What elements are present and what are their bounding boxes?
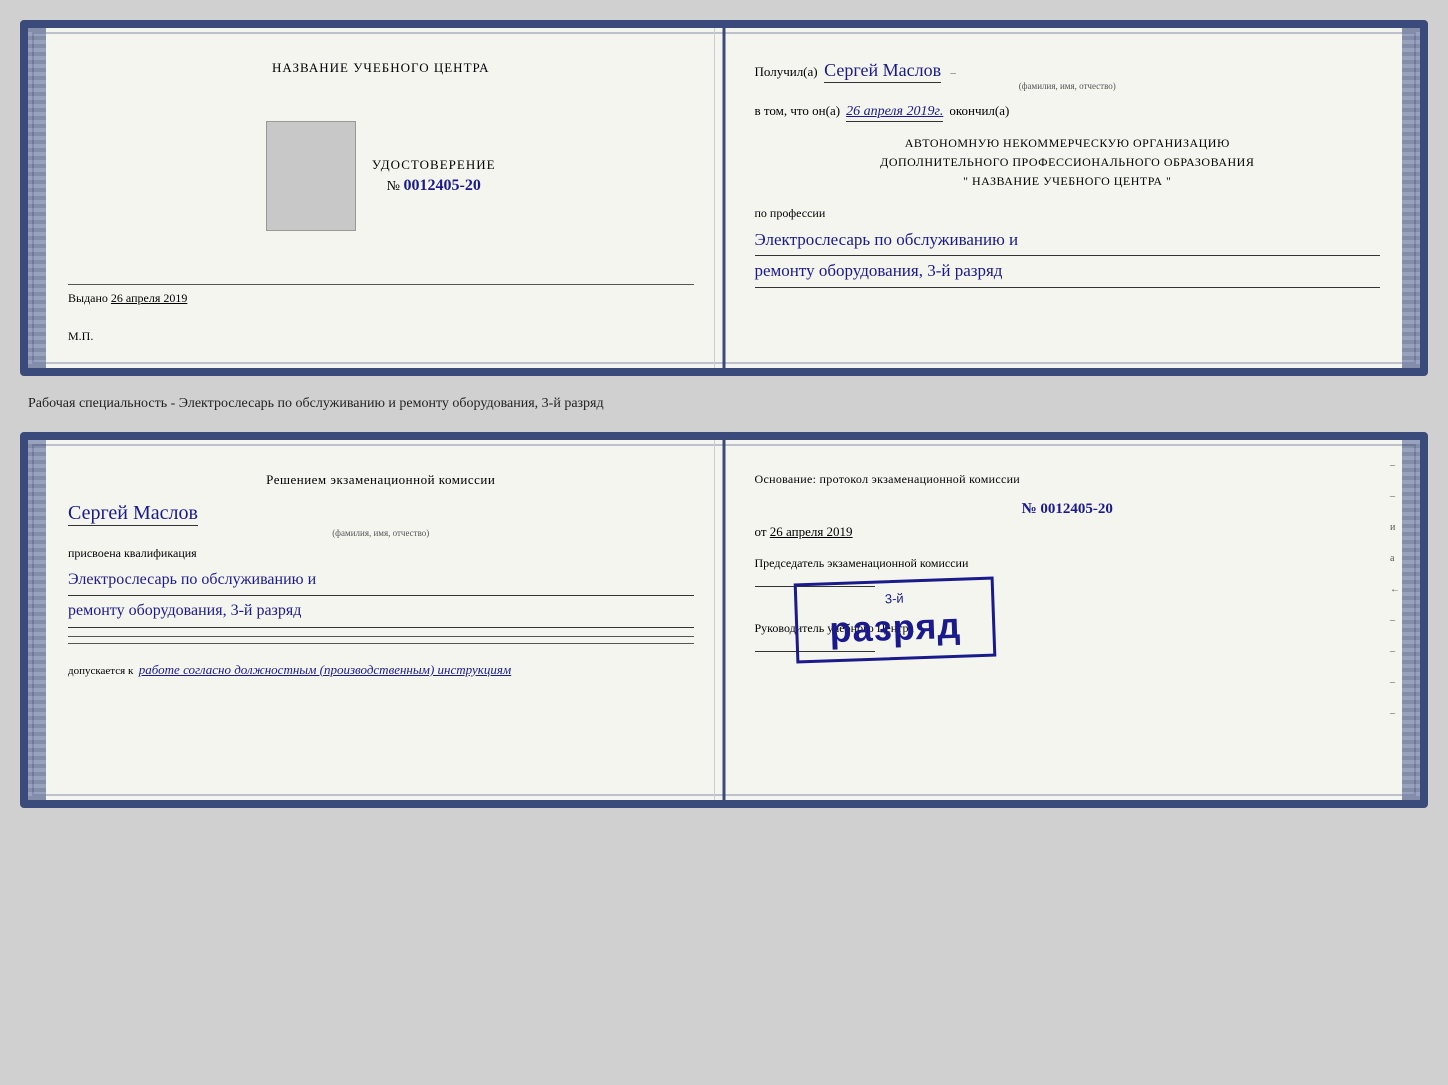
vydano-date: 26 апреля 2019 xyxy=(111,291,187,305)
qual-line2: ремонту оборудования, 3-й разряд xyxy=(68,596,694,627)
ot-line: от 26 апреля 2019 xyxy=(755,524,1381,540)
po-professii: по профессии xyxy=(755,206,1381,221)
mark4: а xyxy=(1390,553,1400,564)
org-block: АВТОНОМНУЮ НЕКОММЕРЧЕСКУЮ ОРГАНИЗАЦИЮ ДО… xyxy=(755,134,1381,192)
mp-label: М.П. xyxy=(68,329,93,344)
number-prefix: № xyxy=(387,179,400,194)
recipient-name-bottom: Сергей Маслов xyxy=(68,502,198,526)
vtom-date: 26 апреля 2019г. xyxy=(846,104,943,122)
mark3: и xyxy=(1390,522,1400,533)
resheniem-title: Решением экзаменационной комиссии xyxy=(68,472,694,488)
mark7: – xyxy=(1390,646,1400,657)
ot-date: 26 апреля 2019 xyxy=(770,524,853,539)
bottom-cert-right: Основание: протокол экзаменационной коми… xyxy=(715,440,1421,800)
recipient-name-top: Сергей Маслов xyxy=(824,60,941,83)
vydano-line: Выдано 26 апреля 2019 xyxy=(68,291,694,306)
protocol-number: № 0012405-20 xyxy=(755,501,1381,518)
udostoverenie-section: УДОСТОВЕРЕНИЕ № 0012405-20 xyxy=(266,121,496,231)
mark9: – xyxy=(1390,708,1400,719)
page-wrapper: НАЗВАНИЕ УЧЕБНОГО ЦЕНТРА УДОСТОВЕРЕНИЕ №… xyxy=(20,20,1428,808)
vtom-line: в том, что он(а) 26 апреля 2019г. окончи… xyxy=(755,103,1381,122)
qual-line1: Электрослесарь по обслуживанию и xyxy=(68,565,694,596)
right-edge-marks: – – и а ← – – – – xyxy=(1390,460,1400,719)
poluchil-line: Получил(а) Сергей Маслов – (фамилия, имя… xyxy=(755,60,1381,91)
stamp-main: разряд xyxy=(828,604,961,652)
protocol-num-value: 0012405-20 xyxy=(1040,501,1113,517)
signature-area-left: Выдано 26 апреля 2019 xyxy=(68,278,694,306)
stamp-inner: 3-й разряд xyxy=(828,588,962,651)
org-line1: АВТОНОМНУЮ НЕКОММЕРЧЕСКУЮ ОРГАНИЗАЦИЮ xyxy=(905,136,1230,150)
mark6: – xyxy=(1390,615,1400,626)
protocol-prefix: № xyxy=(1022,501,1037,517)
between-text: Рабочая специальность - Электрослесарь п… xyxy=(20,392,1428,416)
dash-separator: – xyxy=(948,67,956,79)
udostoverenie-label: УДОСТОВЕРЕНИЕ xyxy=(372,157,496,173)
top-cert-left: НАЗВАНИЕ УЧЕБНОГО ЦЕНТРА УДОСТОВЕРЕНИЕ №… xyxy=(28,28,715,368)
bottom-name-block: Сергей Маслов (фамилия, имя, отчество) xyxy=(68,502,694,538)
right-decorative-strip xyxy=(1402,28,1420,368)
mark1: – xyxy=(1390,460,1400,471)
vydano-label: Выдано xyxy=(68,291,108,305)
mark2: – xyxy=(1390,491,1400,502)
udostoverenie-text: УДОСТОВЕРЕНИЕ № 0012405-20 xyxy=(372,157,496,195)
poluchil-label: Получил(а) xyxy=(755,64,818,79)
vtom-prefix: в том, что он(а) xyxy=(755,103,841,119)
profession-line1: Электрослесарь по обслуживанию и xyxy=(755,225,1381,257)
cert-number-line: № 0012405-20 xyxy=(372,177,496,195)
photo-placeholder xyxy=(266,121,356,231)
dopusk-text: работе согласно должностным (производств… xyxy=(139,662,511,677)
vtom-suffix: окончил(а) xyxy=(949,103,1009,119)
training-center-title: НАЗВАНИЕ УЧЕБНОГО ЦЕНТРА xyxy=(272,60,489,76)
bottom-right-strip xyxy=(1402,440,1420,800)
mark5: ← xyxy=(1390,584,1400,595)
mark8: – xyxy=(1390,677,1400,688)
org-line3: " НАЗВАНИЕ УЧЕБНОГО ЦЕНТРА " xyxy=(963,174,1171,188)
prisvoena-label: присвоена квалификация xyxy=(68,546,694,561)
org-line2: ДОПОЛНИТЕЛЬНОГО ПРОФЕССИОНАЛЬНОГО ОБРАЗО… xyxy=(880,155,1254,169)
profession-line2: ремонту оборудования, 3-й разряд xyxy=(755,256,1381,288)
top-certificate: НАЗВАНИЕ УЧЕБНОГО ЦЕНТРА УДОСТОВЕРЕНИЕ №… xyxy=(20,20,1428,376)
top-cert-right: Получил(а) Сергей Маслов – (фамилия, имя… xyxy=(715,28,1421,368)
bottom-certificate: Решением экзаменационной комиссии Сергей… xyxy=(20,432,1428,808)
cert-number: 0012405-20 xyxy=(404,177,481,194)
dopusk-prefix: допускается к xyxy=(68,665,133,677)
ot-prefix: от xyxy=(755,524,767,539)
osnovanie-line: Основание: протокол экзаменационной коми… xyxy=(755,472,1381,487)
fio-label-bottom: (фамилия, имя, отчество) xyxy=(68,528,694,538)
chairman-label: Председатель экзаменационной комиссии xyxy=(755,556,969,570)
grade-stamp: 3-й разряд xyxy=(793,577,996,664)
dopusk-block: допускается к работе согласно должностны… xyxy=(68,660,694,680)
bottom-cert-left: Решением экзаменационной комиссии Сергей… xyxy=(28,440,715,800)
